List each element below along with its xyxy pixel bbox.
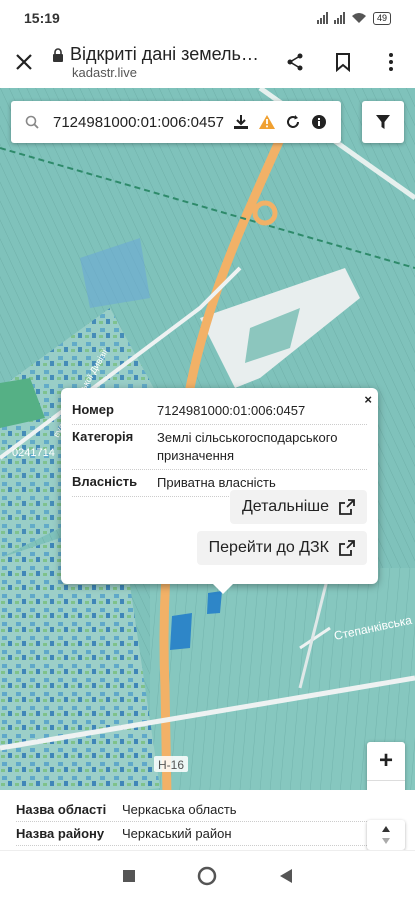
parcel-popup: × Номер 7124981000:01:006:0457 Категорія… [61,388,378,594]
popup-value: 7124981000:01:006:0457 [157,403,306,418]
signal-icon-2 [333,12,345,24]
page-title: Відкриті дані земель… [70,44,259,64]
popup-key: Номер [72,402,114,417]
share-icon[interactable] [271,38,319,86]
lock-icon [53,47,63,62]
road-label: H-16 [158,758,184,772]
more-details-button[interactable]: Детальніше [229,490,367,524]
open-dzk-button[interactable]: Перейти до ДЗК [196,531,367,565]
open-dzk-label: Перейти до ДЗК [208,539,329,556]
filter-button[interactable] [362,101,404,143]
circle-icon [198,866,217,885]
panel-resize-button[interactable] [367,820,405,850]
status-icons: 49 [316,11,391,25]
info-value: Черкаська область [122,802,237,817]
warning-icon[interactable] [254,109,280,135]
back-triangle-icon [279,868,292,883]
external-link-icon [339,499,355,515]
recents-button[interactable] [114,861,144,891]
info-icon[interactable] [306,109,332,135]
wifi-icon [351,13,366,23]
info-key: Назва району [16,826,105,841]
download-icon[interactable] [228,109,254,135]
close-icon[interactable] [0,38,48,86]
search-icon [25,115,39,129]
search-input[interactable]: 7124981000:01:006:0457 [53,114,228,131]
search-bar[interactable]: 7124981000:01:006:0457 [11,101,341,143]
parcel-code-label: 0241714 [12,447,55,459]
info-value: Черкаський район [122,826,232,841]
page-titles: Відкриті дані земель… kadastr.live [48,44,271,80]
bookmark-icon[interactable] [319,38,367,86]
info-key: Назва області [16,802,107,817]
expand-arrows-icon [382,826,390,844]
back-button[interactable] [271,861,301,891]
zoom-in-button[interactable]: + [367,742,405,780]
popup-key: Власність [72,474,138,489]
signal-icon [316,12,328,24]
location-info-panel: Назва області Черкаська область Назва ра… [0,790,415,852]
refresh-icon[interactable] [280,109,306,135]
popup-value: Землі сільськогосподарського призначення [157,430,338,463]
filter-icon [376,115,390,129]
page-url: kadastr.live [72,65,138,80]
popup-row-number: Номер 7124981000:01:006:0457 [72,398,367,425]
square-icon [123,869,136,882]
info-row-district: Назва району Черкаський район [16,822,399,846]
battery-indicator: 49 [372,11,391,25]
status-time: 15:19 [24,10,60,26]
info-row-region: Назва області Черкаська область [16,798,399,822]
browser-toolbar: Відкриті дані земель… kadastr.live [0,36,415,88]
more-menu-icon[interactable] [367,38,415,86]
popup-row-category: Категорія Землі сільськогосподарського п… [72,425,367,470]
external-link-icon [339,540,355,556]
popup-key: Категорія [72,429,134,444]
popup-close-button[interactable]: × [364,392,372,407]
more-details-label: Детальніше [241,498,329,515]
status-bar: 15:19 49 [0,0,415,36]
system-nav-bar [0,850,415,900]
home-button[interactable] [192,861,222,891]
